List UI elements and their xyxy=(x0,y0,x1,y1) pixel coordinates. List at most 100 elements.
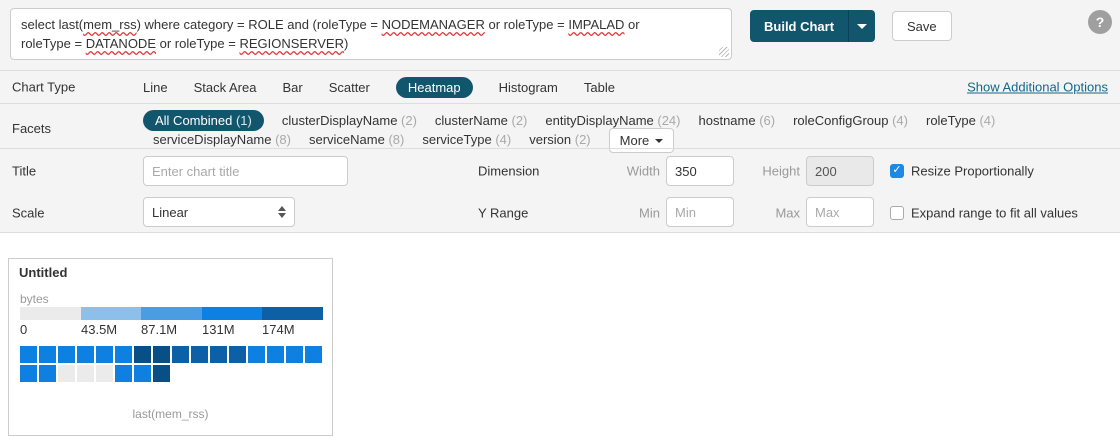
heatmap-cell[interactable] xyxy=(20,346,37,363)
facet-count: (4) xyxy=(888,113,908,128)
chart-type-label: Chart Type xyxy=(12,80,75,95)
facet-name: All Combined xyxy=(155,113,232,128)
facet-name: clusterDisplayName xyxy=(282,113,398,128)
scale-select[interactable]: Linear xyxy=(143,197,295,227)
chart-unit-label: bytes xyxy=(20,292,49,306)
chart-type-option-scatter[interactable]: Scatter xyxy=(329,80,370,95)
heatmap-cell[interactable] xyxy=(39,365,56,382)
chart-type-option-bar[interactable]: Bar xyxy=(282,80,302,95)
width-label: Width xyxy=(595,163,660,178)
chart-preview-card: Untitled bytes 043.5M87.1M131M174M last(… xyxy=(8,258,333,436)
heatmap-cell[interactable] xyxy=(115,346,132,363)
heatmap-cell[interactable] xyxy=(58,346,75,363)
facet-count: (2) xyxy=(571,132,591,147)
build-chart-dropdown-button[interactable] xyxy=(849,10,875,42)
facet-options-line2: serviceDisplayName (8)serviceName (8)ser… xyxy=(153,131,674,148)
heatmap-cell[interactable] xyxy=(153,346,170,363)
facet-count: (4) xyxy=(976,113,996,128)
build-chart-split-button: Build Chart xyxy=(750,10,875,42)
facet-option-servicedisplayname[interactable]: serviceDisplayName (8) xyxy=(153,132,291,147)
facet-option-roletype[interactable]: roleType (4) xyxy=(926,113,995,128)
facet-count: (8) xyxy=(271,132,291,147)
facet-option-clustername[interactable]: clusterName (2) xyxy=(435,113,527,128)
chart-type-option-histogram[interactable]: Histogram xyxy=(499,80,558,95)
query-text: ) where category = ROLE and (roleType = xyxy=(137,17,382,32)
more-facets-label: More xyxy=(620,133,650,148)
query-text: or roleType = xyxy=(485,17,568,32)
scale-label: Scale xyxy=(12,205,45,220)
facet-name: serviceType xyxy=(422,132,491,147)
chart-title-input[interactable] xyxy=(143,156,348,186)
facet-name: version xyxy=(529,132,571,147)
save-button[interactable]: Save xyxy=(892,11,952,41)
help-icon[interactable]: ? xyxy=(1088,10,1112,34)
heatmap-cell[interactable] xyxy=(305,346,322,363)
facet-count: (1) xyxy=(232,113,252,128)
heatmap-cell[interactable] xyxy=(210,346,227,363)
heatmap-cell[interactable] xyxy=(267,346,284,363)
legend-labels: 043.5M87.1M131M174M xyxy=(20,322,323,338)
heatmap-cell[interactable] xyxy=(172,346,189,363)
heatmap-cell[interactable] xyxy=(134,346,151,363)
expand-range-checkbox[interactable] xyxy=(890,206,904,220)
facet-option-hostname[interactable]: hostname (6) xyxy=(699,113,776,128)
legend-color-segment xyxy=(141,307,202,320)
heatmap-row xyxy=(20,365,322,382)
facet-count: (6) xyxy=(756,113,776,128)
heatmap-cell[interactable] xyxy=(191,346,208,363)
legend-color-segment xyxy=(262,307,323,320)
y-max-input[interactable] xyxy=(806,197,874,227)
heatmap-cell[interactable] xyxy=(58,365,75,382)
resize-proportionally-checkbox[interactable]: ✓ xyxy=(890,164,904,178)
facet-count: (2) xyxy=(508,113,528,128)
facet-name: entityDisplayName xyxy=(545,113,653,128)
resize-proportionally-label: Resize Proportionally xyxy=(911,163,1034,178)
query-row: select last(mem_rss) where category = RO… xyxy=(0,0,1120,70)
facet-option-entitydisplayname[interactable]: entityDisplayName (24) xyxy=(545,113,680,128)
heatmap-cell[interactable] xyxy=(96,365,113,382)
query-text-misspelled: NODEMANAGER xyxy=(382,17,485,32)
width-input[interactable] xyxy=(666,156,734,186)
heatmap-cell[interactable] xyxy=(286,346,303,363)
facet-options-line1: All Combined (1)clusterDisplayName (2)cl… xyxy=(143,109,1013,132)
build-chart-button[interactable]: Build Chart xyxy=(750,10,848,42)
heatmap-cell[interactable] xyxy=(77,346,94,363)
chart-type-option-stack-area[interactable]: Stack Area xyxy=(194,80,257,95)
heatmap-row xyxy=(20,346,322,363)
query-text: or xyxy=(624,17,639,32)
heatmap-cell[interactable] xyxy=(96,346,113,363)
resize-grip-icon[interactable] xyxy=(719,47,729,57)
chart-x-axis-label: last(mem_rss) xyxy=(9,407,332,421)
query-text: select last( xyxy=(21,17,83,32)
heatmap-cell[interactable] xyxy=(39,346,56,363)
y-min-input[interactable] xyxy=(666,197,734,227)
heatmap-cell[interactable] xyxy=(229,346,246,363)
chart-type-option-heatmap[interactable]: Heatmap xyxy=(396,77,473,98)
query-text-misspelled: mem_rss xyxy=(83,17,136,32)
facet-name: serviceName xyxy=(309,132,385,147)
facet-option-all-combined[interactable]: All Combined (1) xyxy=(143,110,264,131)
chart-type-option-line[interactable]: Line xyxy=(143,80,168,95)
show-additional-options-link[interactable]: Show Additional Options xyxy=(967,80,1108,95)
heatmap-cell[interactable] xyxy=(77,365,94,382)
heatmap-cell[interactable] xyxy=(248,346,265,363)
facet-name: roleType xyxy=(926,113,976,128)
heatmap-cell[interactable] xyxy=(153,365,170,382)
facet-option-servicename[interactable]: serviceName (8) xyxy=(309,132,404,147)
height-input xyxy=(806,156,874,186)
heatmap-cell[interactable] xyxy=(134,365,151,382)
facet-option-clusterdisplayname[interactable]: clusterDisplayName (2) xyxy=(282,113,417,128)
chart-builder-form: select last(mem_rss) where category = RO… xyxy=(0,0,1120,233)
height-label: Height xyxy=(735,163,800,178)
title-label: Title xyxy=(12,163,36,178)
legend-tick-label: 174M xyxy=(262,322,295,337)
facet-option-roleconfiggroup[interactable]: roleConfigGroup (4) xyxy=(793,113,908,128)
heatmap-cell[interactable] xyxy=(115,365,132,382)
chart-type-option-table[interactable]: Table xyxy=(584,80,615,95)
facet-option-servicetype[interactable]: serviceType (4) xyxy=(422,132,511,147)
legend-tick-label: 0 xyxy=(20,322,27,337)
title-row: Title Dimension Width Height ✓ Resize Pr… xyxy=(0,148,1120,192)
query-input[interactable]: select last(mem_rss) where category = RO… xyxy=(10,8,732,60)
facet-option-version[interactable]: version (2) xyxy=(529,132,590,147)
heatmap-cell[interactable] xyxy=(20,365,37,382)
